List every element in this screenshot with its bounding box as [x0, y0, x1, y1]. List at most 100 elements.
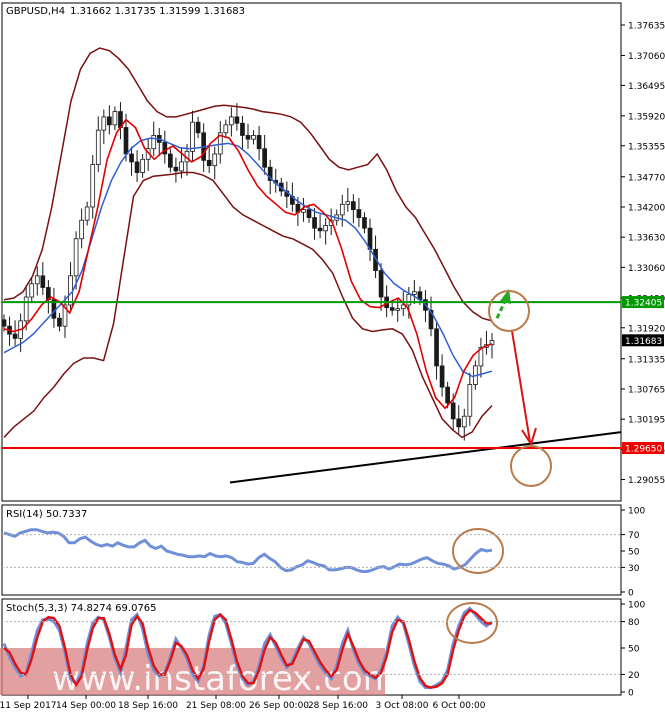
candle-body [40, 275, 46, 288]
candle-body [206, 159, 212, 167]
chart-root: www.instaforex.com GBPUSD,H4 1.31662 1.31… [0, 0, 665, 716]
stoch-tick-label: 80 [628, 618, 640, 628]
rsi-tick-label: 100 [628, 507, 645, 517]
price-tick-label: 1.35920 [628, 112, 665, 122]
price-tick-label: 1.35355 [628, 142, 665, 152]
candle-body [461, 415, 467, 428]
rsi-tick-label: 70 [628, 531, 640, 541]
price-tick-label: 1.33630 [628, 234, 665, 244]
time-tick-label: 3 Oct 08:00 [376, 701, 429, 711]
candle-body [312, 217, 317, 229]
candle-body [23, 296, 29, 322]
candle-body [406, 293, 412, 306]
candle-body [112, 111, 118, 126]
price-tick-label: 1.34200 [628, 203, 665, 213]
candle-body [79, 219, 84, 240]
rsi-tick-label: 0 [628, 589, 634, 599]
candle-body [140, 158, 145, 173]
price-tick-label: 1.31920 [628, 324, 665, 334]
stoch-tick-label: 50 [628, 645, 640, 655]
candle-body [345, 201, 351, 205]
candle-body [445, 386, 450, 404]
candle-body [251, 135, 256, 140]
price-tick-label: 1.31335 [628, 355, 665, 365]
candle-body [129, 153, 134, 163]
candle-body [134, 161, 140, 173]
price-tick-label: 1.37635 [628, 21, 665, 31]
candle-body [378, 270, 384, 298]
candle-body [389, 307, 395, 311]
candle-body [12, 333, 18, 339]
price-tick-label: 1.33060 [628, 264, 665, 274]
time-tick-label: 14 Sep 00:00 [56, 701, 116, 711]
time-tick-label: 26 Sep 00:00 [249, 701, 309, 711]
candle-body [240, 122, 245, 136]
candle-body [356, 209, 362, 218]
candle-body [73, 238, 79, 277]
candle-body [123, 127, 129, 155]
candle-body [317, 227, 323, 232]
candle-body [57, 317, 62, 327]
candle-body [234, 116, 240, 124]
rsi-tick-label: 30 [628, 564, 640, 574]
candle-body [456, 418, 462, 428]
candle-body [306, 209, 312, 218]
candle-body [362, 217, 367, 229]
candle-body [434, 328, 439, 367]
candle-body [151, 135, 157, 150]
candle-body [256, 135, 262, 150]
stoch-tick-label: 20 [628, 671, 640, 681]
candle-body [195, 121, 201, 134]
time-tick-label: 11 Sep 2017 [0, 701, 57, 711]
candle-body [1, 319, 7, 327]
candle-body [90, 164, 96, 208]
stoch-tick-label: 0 [628, 689, 634, 699]
candle-body [168, 153, 173, 168]
resistance-level-label: 1.32405 [625, 299, 662, 309]
candle-body [190, 121, 195, 152]
candle-body [107, 116, 112, 126]
candle-body [262, 148, 267, 168]
candle-body [84, 206, 90, 221]
current-level-label: 1.31683 [625, 337, 662, 347]
candle-body [412, 291, 417, 295]
price-tick-label: 1.30765 [628, 385, 665, 395]
candle-body [339, 203, 345, 216]
price-tick-label: 1.29055 [628, 476, 665, 486]
symbol-text: GBPUSD,H4 [6, 6, 65, 17]
rsi-tick-label: 50 [628, 548, 640, 558]
candle-body [467, 384, 473, 417]
ohlc-text: 1.31662 1.31735 1.31599 1.31683 [70, 6, 245, 17]
support-level-label: 1.29650 [625, 445, 662, 455]
time-tick-label: 28 Sep 16:00 [308, 701, 368, 711]
candle-body [245, 135, 251, 140]
chart-svg: www.instaforex.com GBPUSD,H4 1.31662 1.31… [0, 0, 665, 716]
price-tick-label: 1.30195 [628, 416, 665, 426]
candle-body [351, 201, 356, 211]
watermark: www.instaforex.com [0, 648, 396, 699]
price-tick-label: 1.34770 [628, 173, 665, 183]
candle-body [229, 116, 234, 126]
candle-body [173, 166, 179, 172]
price-tick-label: 1.36495 [628, 82, 665, 92]
candle-body [101, 116, 107, 131]
price-tick-label: 1.37060 [628, 52, 665, 62]
candle-body [95, 129, 101, 165]
time-tick-label: 18 Sep 16:00 [118, 701, 178, 711]
candle-body [212, 153, 218, 167]
rsi-label: RSI(14) 50.7337 [6, 509, 87, 520]
candle-body [223, 124, 229, 134]
candle-body [68, 275, 73, 306]
candle-body [450, 402, 456, 420]
watermark-text: www.instaforex.com [52, 659, 396, 699]
candle-body [439, 365, 445, 388]
candle-body [323, 225, 328, 232]
stoch-tick-label: 100 [628, 601, 645, 611]
candle-body [179, 161, 184, 172]
time-tick-label: 6 Oct 00:00 [433, 701, 486, 711]
time-tick-label: 21 Sep 08:00 [186, 701, 246, 711]
candle-body [34, 275, 40, 285]
candle-body [395, 308, 401, 311]
stoch-label: Stoch(5,3,3) 74.8274 69.0765 [6, 603, 157, 614]
symbol-label: GBPUSD,H4 1.31662 1.31735 1.31599 1.31683 [6, 6, 245, 17]
